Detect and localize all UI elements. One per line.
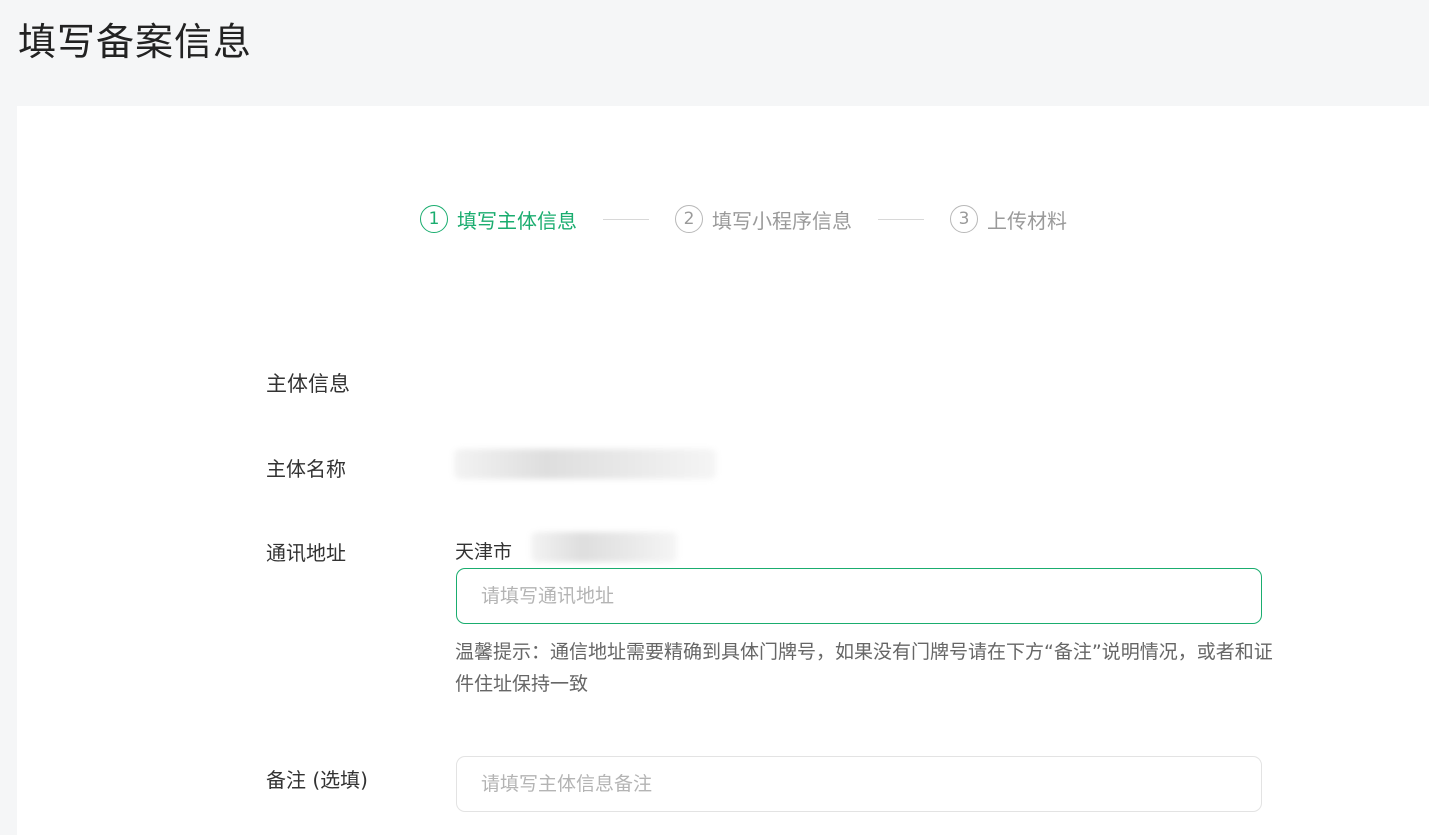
- step-2-number: 2: [675, 205, 703, 233]
- step-1-number: 1: [420, 205, 448, 233]
- address-hint: 温馨提示：通信地址需要精确到具体门牌号，如果没有门牌号请在下方“备注”说明情况，…: [455, 641, 1273, 695]
- step-3[interactable]: 3 上传材料: [950, 205, 1067, 234]
- address-label: 通讯地址: [266, 541, 346, 565]
- form-card: 1 填写主体信息 2 填写小程序信息 3 上传材料 主体信息 主体名称 通讯地址…: [17, 106, 1429, 835]
- subject-name-redacted: [454, 449, 716, 479]
- step-2-label: 填写小程序信息: [712, 208, 852, 233]
- address-region-redacted: [531, 532, 677, 562]
- step-1-label: 填写主体信息: [457, 208, 577, 233]
- step-indicator: 1 填写主体信息 2 填写小程序信息 3 上传材料: [420, 202, 1067, 236]
- page-title: 填写备案信息: [18, 20, 253, 64]
- step-connector: [878, 218, 924, 220]
- step-1[interactable]: 1 填写主体信息: [420, 205, 577, 234]
- step-connector: [603, 218, 649, 220]
- remark-label: 备注 (选填): [266, 768, 368, 792]
- remark-input[interactable]: [456, 756, 1262, 812]
- step-2[interactable]: 2 填写小程序信息: [675, 205, 852, 234]
- subject-name-label: 主体名称: [266, 457, 346, 481]
- address-prefix: 天津市: [455, 541, 513, 563]
- step-3-label: 上传材料: [987, 208, 1067, 233]
- address-input[interactable]: [456, 568, 1262, 624]
- step-3-number: 3: [950, 205, 978, 233]
- section-title: 主体信息: [266, 372, 350, 396]
